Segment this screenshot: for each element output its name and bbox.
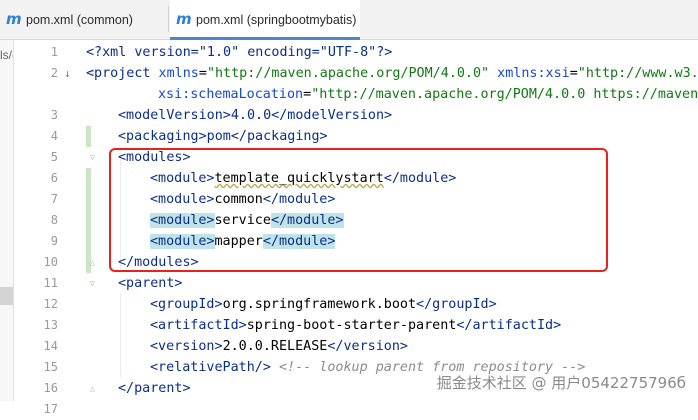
- line-number: 11: [43, 276, 58, 290]
- code-line-14: <version>2.0.0.RELEASE</version>: [150, 339, 408, 354]
- line-number: 13: [43, 318, 58, 332]
- tab-label: pom.xml (springbootmybatis): [196, 12, 357, 27]
- code-line-11: <parent>: [118, 276, 183, 291]
- tab-separator: [168, 6, 169, 32]
- indent-guide: [120, 294, 121, 378]
- code-line-1: <?xml version="1.0" encoding="UTF-8"?>: [86, 45, 393, 60]
- line-number: 3: [50, 108, 58, 122]
- line-number: 4: [50, 129, 58, 143]
- line-number: 9: [50, 234, 58, 248]
- line-number-gutter[interactable]: 1 2 3 4 5 6 7 8 9 10 11 12 13 14 15 16 1…: [14, 40, 95, 416]
- line-number: 5: [50, 150, 58, 164]
- highlight-annotation-box: [109, 148, 608, 272]
- override-arrow-icon[interactable]: ↓: [64, 63, 71, 84]
- code-line-3: <modelVersion>4.0.0</modelVersion>: [118, 108, 393, 123]
- tab-label: pom.xml (common): [26, 12, 133, 27]
- code-line-16: </parent>: [118, 381, 191, 396]
- line-number: 10: [43, 255, 58, 269]
- line-number: 15: [43, 360, 58, 374]
- line-number: 14: [43, 339, 58, 353]
- maven-m-icon: m: [6, 10, 22, 28]
- line-number: 8: [50, 213, 58, 227]
- line-number: 6: [50, 171, 58, 185]
- code-line-4: <packaging>pom</packaging>: [118, 129, 328, 144]
- code-line-12: <groupId>org.springframework.boot</group…: [150, 297, 497, 312]
- line-number: 16: [43, 381, 58, 395]
- code-line-2: <project xmlns="http://maven.apache.org/…: [86, 66, 698, 81]
- line-number: 7: [50, 192, 58, 206]
- editor-tab-bar: m pom.xml (common) m pom.xml (springboot…: [0, 0, 698, 40]
- tab-pom-common[interactable]: m pom.xml (common): [0, 0, 168, 39]
- line-number: 2: [50, 66, 58, 80]
- watermark: 掘金技术社区 @ 用户0542275796б: [436, 374, 686, 392]
- project-panel-edge[interactable]: ls/(: [0, 40, 14, 401]
- line-number: 1: [50, 45, 58, 59]
- tab-pom-springbootmybatis[interactable]: m pom.xml (springbootmybatis): [170, 0, 360, 40]
- line-number: 12: [43, 297, 58, 311]
- code-line-2-continued: xsi:schemaLocation="http://maven.apache.…: [158, 87, 698, 102]
- project-panel-text-fragment: ls/(: [0, 48, 13, 62]
- line-number: 17: [43, 402, 58, 416]
- code-line-13: <artifactId>spring-boot-starter-parent</…: [150, 318, 562, 333]
- maven-m-icon: m: [176, 10, 192, 28]
- project-panel-selection: [0, 287, 13, 305]
